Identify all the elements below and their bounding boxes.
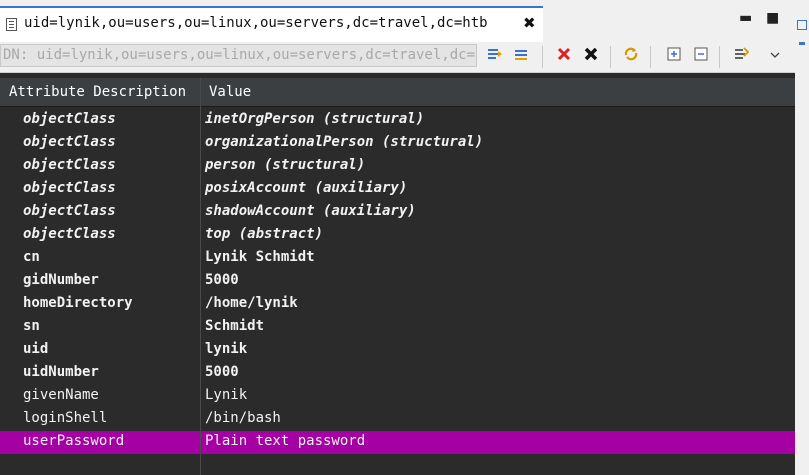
table-row[interactable]: objectClass person (structural) <box>0 155 795 178</box>
attribute-cell: objectClass <box>23 157 116 173</box>
value-cell: /bin/bash <box>205 410 281 426</box>
refresh-icon[interactable] <box>621 46 641 66</box>
close-icon[interactable]: ✖ <box>523 14 536 32</box>
value-cell: Lynik Schmidt <box>205 249 315 265</box>
column-header-value[interactable]: Value <box>209 84 251 100</box>
table-row[interactable]: uid lynik <box>0 339 795 362</box>
view-strip-icon[interactable] <box>799 42 805 45</box>
attribute-cell: objectClass <box>23 180 116 196</box>
expand-all-icon[interactable] <box>664 46 684 66</box>
value-cell: 5000 <box>205 272 239 288</box>
attribute-cell: homeDirectory <box>23 295 133 311</box>
table-row[interactable]: objectClass shadowAccount (auxiliary) <box>0 201 795 224</box>
attribute-cell: loginShell <box>23 410 108 426</box>
table-row[interactable]: objectClass top (abstract) <box>0 224 795 247</box>
new-attribute-icon[interactable] <box>512 46 532 66</box>
value-cell: shadowAccount (auxiliary) <box>205 203 416 219</box>
attribute-cell: gidNumber <box>23 272 99 288</box>
entry-editor-toolbar: DN: uid=lynik,ou=users,ou=linux,ou=serve… <box>0 42 795 73</box>
delete-all-icon[interactable] <box>581 46 601 66</box>
attribute-cell: uid <box>23 341 49 357</box>
attribute-cell: sn <box>23 318 40 334</box>
value-cell: top (abstract) <box>205 226 324 242</box>
table-header: Attribute Description Value <box>0 78 795 107</box>
editor-tab-bar: uid=lynik,ou=users,ou=linux,ou=servers,d… <box>0 0 795 42</box>
column-header-attribute[interactable]: Attribute Description <box>9 84 186 100</box>
tab-title: uid=lynik,ou=users,ou=linux,ou=servers,d… <box>24 15 488 31</box>
dn-text: DN: uid=lynik,ou=users,ou=linux,ou=serve… <box>3 47 477 63</box>
table-row[interactable]: objectClass posixAccount (auxiliary) <box>0 178 795 201</box>
table-row[interactable]: givenName Lynik <box>0 385 795 408</box>
table-row[interactable]: gidNumber 5000 <box>0 270 795 293</box>
column-divider <box>200 78 201 475</box>
entry-editor-tab[interactable]: uid=lynik,ou=users,ou=linux,ou=servers,d… <box>0 6 543 42</box>
table-row[interactable]: homeDirectory/home/lynik <box>0 293 795 316</box>
value-cell: Schmidt <box>205 318 265 334</box>
table-row[interactable]: objectClass organizationalPerson (structu… <box>0 132 795 155</box>
attribute-cell: objectClass <box>23 134 116 150</box>
table-row[interactable]: uidNumber 5000 <box>0 362 795 385</box>
entry-editor-icon <box>6 18 17 31</box>
new-value-icon[interactable] <box>485 46 505 66</box>
value-cell: Lynik <box>205 387 248 403</box>
attribute-cell: objectClass <box>23 203 116 219</box>
collapse-all-icon[interactable] <box>691 46 711 66</box>
value-cell: Plain text password <box>205 433 366 449</box>
delete-icon[interactable] <box>554 46 574 66</box>
table-row[interactable]: loginShell/bin/bash <box>0 408 795 431</box>
value-cell: inetOrgPerson (structural) <box>205 111 425 127</box>
maximize-icon[interactable]: ■ <box>766 10 779 26</box>
table-row[interactable]: sn Schmidt <box>0 316 795 339</box>
attribute-cell: givenName <box>23 387 99 403</box>
value-cell: person (structural) <box>205 157 366 173</box>
attribute-cell: userPassword <box>23 433 125 449</box>
table-row[interactable]: cn Lynik Schmidt <box>0 247 795 270</box>
value-cell: /home/lynik <box>205 295 298 311</box>
minimize-icon[interactable]: ▬ <box>739 10 752 26</box>
view-menu-icon[interactable] <box>765 46 785 66</box>
right-side-panel-strip <box>795 0 809 475</box>
outline-view-icon[interactable] <box>797 20 807 30</box>
attribute-cell: cn <box>23 249 40 265</box>
attributes-table: Attribute Description Value objectClass i… <box>0 73 795 475</box>
attribute-cell: uidNumber <box>23 364 99 380</box>
table-row[interactable]: userPassword Plain text password <box>0 431 795 454</box>
value-cell: organizationalPerson (structural) <box>205 134 484 150</box>
table-row[interactable]: objectClass inetOrgPerson (structural) <box>0 109 795 132</box>
value-cell: posixAccount (auxiliary) <box>205 180 408 196</box>
value-cell: 5000 <box>205 364 239 380</box>
value-cell: lynik <box>205 341 248 357</box>
attribute-cell: objectClass <box>23 226 116 242</box>
dn-field[interactable]: DN: uid=lynik,ou=users,ou=linux,ou=serve… <box>0 44 477 67</box>
show-decorated-values-icon[interactable] <box>731 46 751 66</box>
attribute-cell: objectClass <box>23 111 116 127</box>
